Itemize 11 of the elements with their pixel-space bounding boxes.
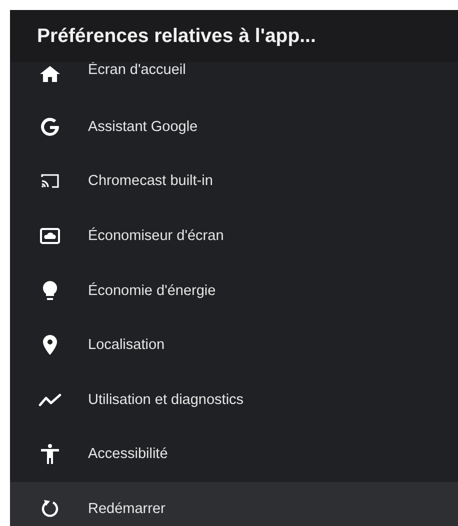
- panel-title: Préférences relatives à l'app...: [37, 24, 316, 48]
- menu-item[interactable]: Chromecast built-in: [10, 154, 458, 209]
- menu-item[interactable]: Économie d'énergie: [10, 263, 458, 318]
- menu-item[interactable]: Accessibilité: [10, 427, 458, 482]
- accessibility-icon: [38, 442, 62, 466]
- menu-item[interactable]: Utilisation et diagnostics: [10, 372, 458, 428]
- menu-item[interactable]: Redémarrer: [10, 482, 458, 526]
- menu-item[interactable]: Écran d'accueil: [10, 62, 458, 100]
- menu-item[interactable]: Localisation: [10, 318, 458, 373]
- menu-item[interactable]: Assistant Google: [10, 100, 458, 154]
- menu-item[interactable]: Économiseur d'écran: [10, 208, 458, 264]
